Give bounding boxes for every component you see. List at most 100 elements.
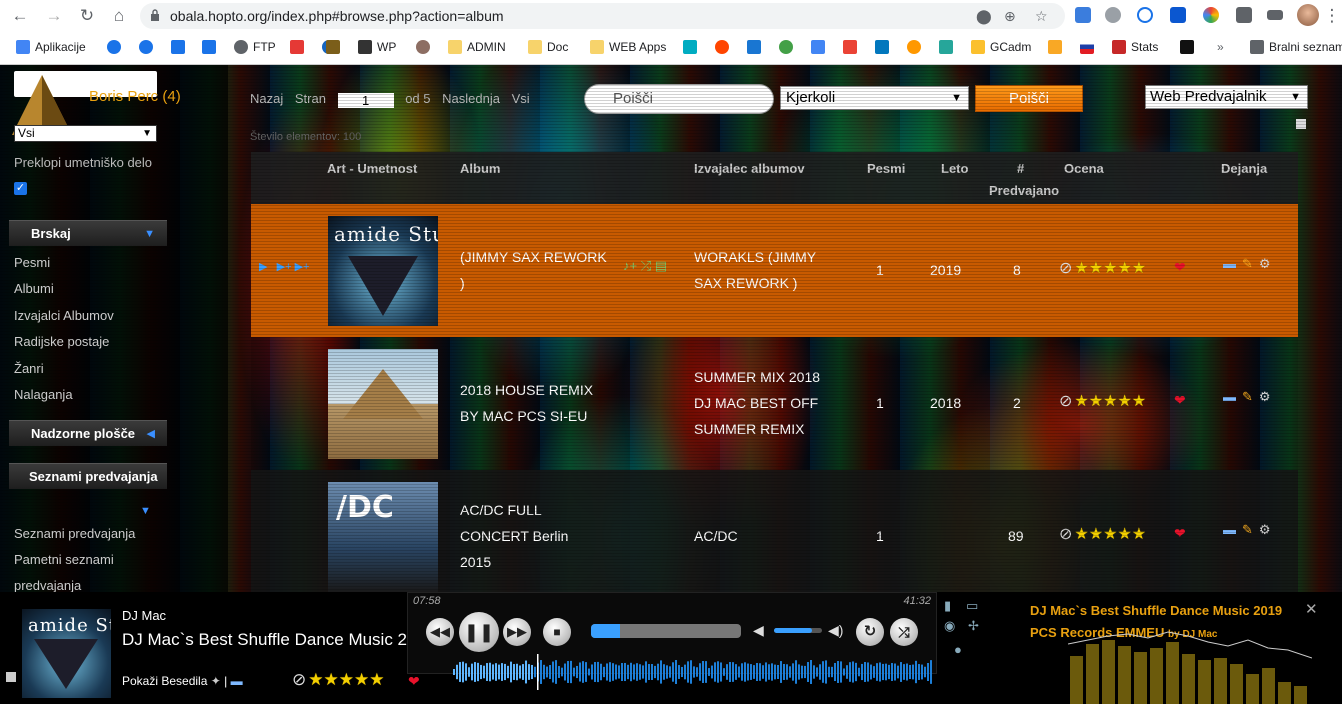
close-icon[interactable]: ✕ <box>1305 600 1318 618</box>
pause-button[interactable]: ❚❚ <box>459 612 499 652</box>
album-artist[interactable]: SUMMER MIX 2018 DJ MAC BEST OFF SUMMER R… <box>694 364 839 442</box>
col-artist[interactable]: Izvajalec albumov <box>694 156 805 182</box>
forward-icon[interactable]: → <box>42 4 66 28</box>
rating-stars[interactable]: ⊘ ★★★★★ <box>1059 258 1146 278</box>
table-row[interactable]: ▶ ▶+ ▶+ amide Stu (JIMMY SAX REWORK ) ♪+… <box>251 204 1298 337</box>
col-art[interactable]: Art - Umetnost <box>327 156 417 182</box>
sidebar-item-uploads[interactable]: Nalaganja <box>14 387 73 402</box>
edit-icon[interactable]: ✎ <box>1242 256 1253 271</box>
tag-icon[interactable]: ✦ <box>211 674 221 688</box>
now-playing-title[interactable]: DJ Mac`s Best Shuffle Dance Music 2019 P… <box>122 630 407 650</box>
bookmark-translate[interactable] <box>811 39 830 55</box>
user-name[interactable]: Boris Perc (4) <box>89 88 181 105</box>
no-rating-icon[interactable]: ⊘ <box>292 670 306 689</box>
bookmark-puzzle[interactable] <box>171 39 190 55</box>
playlists-collapse-icon[interactable]: ▼ <box>140 505 151 517</box>
star-icon[interactable]: ★ <box>1103 393 1117 410</box>
sidebar-item-playlists[interactable]: Seznami predvajanja <box>14 526 135 541</box>
star-icon[interactable]: ★ <box>1103 260 1117 277</box>
star-icon[interactable]: ★ <box>1132 393 1146 410</box>
bookmark-round[interactable] <box>416 39 435 55</box>
globe-ext-icon[interactable] <box>1105 7 1121 23</box>
bookmark-flag[interactable] <box>1080 39 1099 55</box>
star-icon[interactable]: ★ <box>1117 526 1131 543</box>
favorite-heart-icon[interactable]: ❤ <box>1174 525 1186 542</box>
browse-header[interactable]: Brskaj ▼ <box>9 220 167 246</box>
album-actions-icons[interactable]: ♪+ ⤮ ▤ <box>623 258 667 274</box>
album-artist[interactable]: AC/DC <box>694 523 844 549</box>
settings-gear-icon[interactable]: ⚙ <box>1259 389 1271 404</box>
waveform[interactable] <box>453 654 933 690</box>
star-icon[interactable]: ★ <box>308 670 323 689</box>
player-type-select[interactable]: Web Predvajalnik ▼ <box>1145 85 1308 109</box>
star-icon[interactable]: ★ <box>1089 526 1103 543</box>
bookmark-teal[interactable] <box>939 39 958 55</box>
shuffle-button[interactable]: ⤮ <box>890 618 918 646</box>
no-rating-icon[interactable]: ⊘ <box>1059 393 1072 410</box>
col-songs[interactable]: Pesmi <box>867 156 905 182</box>
star-icon[interactable]: ★ <box>1089 260 1103 277</box>
info-icon[interactable]: ● <box>954 642 962 657</box>
album-title[interactable]: AC/DC FULL CONCERT Berlin 2015 <box>460 497 600 575</box>
visibility-icon[interactable]: ◉ <box>944 618 955 634</box>
next-button[interactable]: ▶▶ <box>503 618 531 646</box>
pager-all[interactable]: Vsi <box>512 91 530 106</box>
previous-button[interactable]: ◀◀ <box>426 618 454 646</box>
bookmark-gear-2[interactable] <box>139 39 158 55</box>
favorite-heart-icon[interactable]: ❤ <box>1174 259 1186 276</box>
star-icon[interactable]: ★ <box>1089 393 1103 410</box>
now-playing-rating[interactable]: ⊘ ★★★★★ <box>292 670 385 690</box>
now-playing-favorite-icon[interactable]: ❤ <box>408 673 420 690</box>
reload-icon[interactable]: ↻ <box>75 4 99 28</box>
star-icon[interactable]: ★ <box>1132 526 1146 543</box>
search-type-select[interactable]: Kjerkoli ▼ <box>780 86 969 110</box>
now-playing-cover[interactable]: amide Stu <box>22 609 111 698</box>
extensions-icon[interactable] <box>1236 7 1252 23</box>
address-bar[interactable]: obala.hopto.org/index.php#browse.php?act… <box>140 3 1065 29</box>
bookmark-doc[interactable]: Doc <box>528 39 568 55</box>
bookmark-star-icon[interactable]: ☆ <box>1035 3 1048 29</box>
address-url[interactable]: obala.hopto.org/index.php#browse.php?act… <box>170 3 504 29</box>
settings-gear-icon[interactable]: ⚙ <box>1259 256 1271 271</box>
star-icon[interactable]: ★ <box>369 670 384 689</box>
album-cover[interactable]: amide Stu <box>328 216 438 326</box>
now-playing-artist[interactable]: DJ Mac <box>122 608 166 623</box>
bookmark-fn[interactable] <box>747 39 766 55</box>
bookmark-pma[interactable] <box>1048 39 1067 55</box>
bookmark-ftp[interactable]: FTP <box>234 39 276 55</box>
album-cover[interactable] <box>328 349 438 459</box>
bookmark-webapps[interactable]: WEB Apps <box>590 39 666 55</box>
volume-slider[interactable] <box>774 628 822 633</box>
collapse-box-icon[interactable] <box>1296 119 1306 129</box>
color-ext-icon[interactable] <box>1203 7 1219 23</box>
stop-button[interactable]: ■ <box>543 618 571 646</box>
broadcast-icon[interactable]: ✢ <box>968 618 979 634</box>
sidebar-item-genres[interactable]: Žanri <box>14 361 44 376</box>
bookmark-orange[interactable] <box>907 39 926 55</box>
zoom-icon[interactable]: ⊕ <box>1004 3 1016 29</box>
search-input[interactable]: Poišči <box>584 84 774 114</box>
profile-avatar[interactable] <box>1297 4 1319 26</box>
table-row[interactable]: 2018 HOUSE REMIX BY MAC PCS SI-EU SUMMER… <box>251 337 1298 470</box>
no-rating-icon[interactable]: ⊘ <box>1059 526 1072 543</box>
col-played[interactable]: Predvajano <box>989 178 1059 204</box>
bookmark-gcadm[interactable]: GCadm <box>971 39 1031 55</box>
comment-icon[interactable]: ▬ <box>1223 256 1236 271</box>
comment-icon[interactable]: ▬ <box>231 674 243 688</box>
sidebar-item-albums[interactable]: Albumi <box>14 281 54 296</box>
edit-icon[interactable]: ✎ <box>1242 389 1253 404</box>
bookmark-admin[interactable]: ADMIN <box>448 39 506 55</box>
show-lyrics-link[interactable]: Pokaži Besedila ✦ | ▬ <box>122 674 243 688</box>
col-album[interactable]: Album <box>460 156 500 182</box>
album-cover[interactable]: /DC <box>328 482 438 592</box>
star-icon[interactable]: ★ <box>354 670 369 689</box>
star-icon[interactable]: ★ <box>1074 393 1088 410</box>
repeat-button[interactable]: ↻ <box>856 618 884 646</box>
star-icon[interactable]: ★ <box>1103 526 1117 543</box>
settings-gear-icon[interactable]: ⚙ <box>1259 522 1271 537</box>
rating-stars[interactable]: ⊘ ★★★★★ <box>1059 391 1146 411</box>
album-title[interactable]: 2018 HOUSE REMIX BY MAC PCS SI-EU <box>460 377 615 429</box>
bookmark-red[interactable] <box>290 39 309 55</box>
block-ext-icon[interactable] <box>1137 7 1153 23</box>
mute-icon[interactable]: ◀ <box>753 622 764 639</box>
